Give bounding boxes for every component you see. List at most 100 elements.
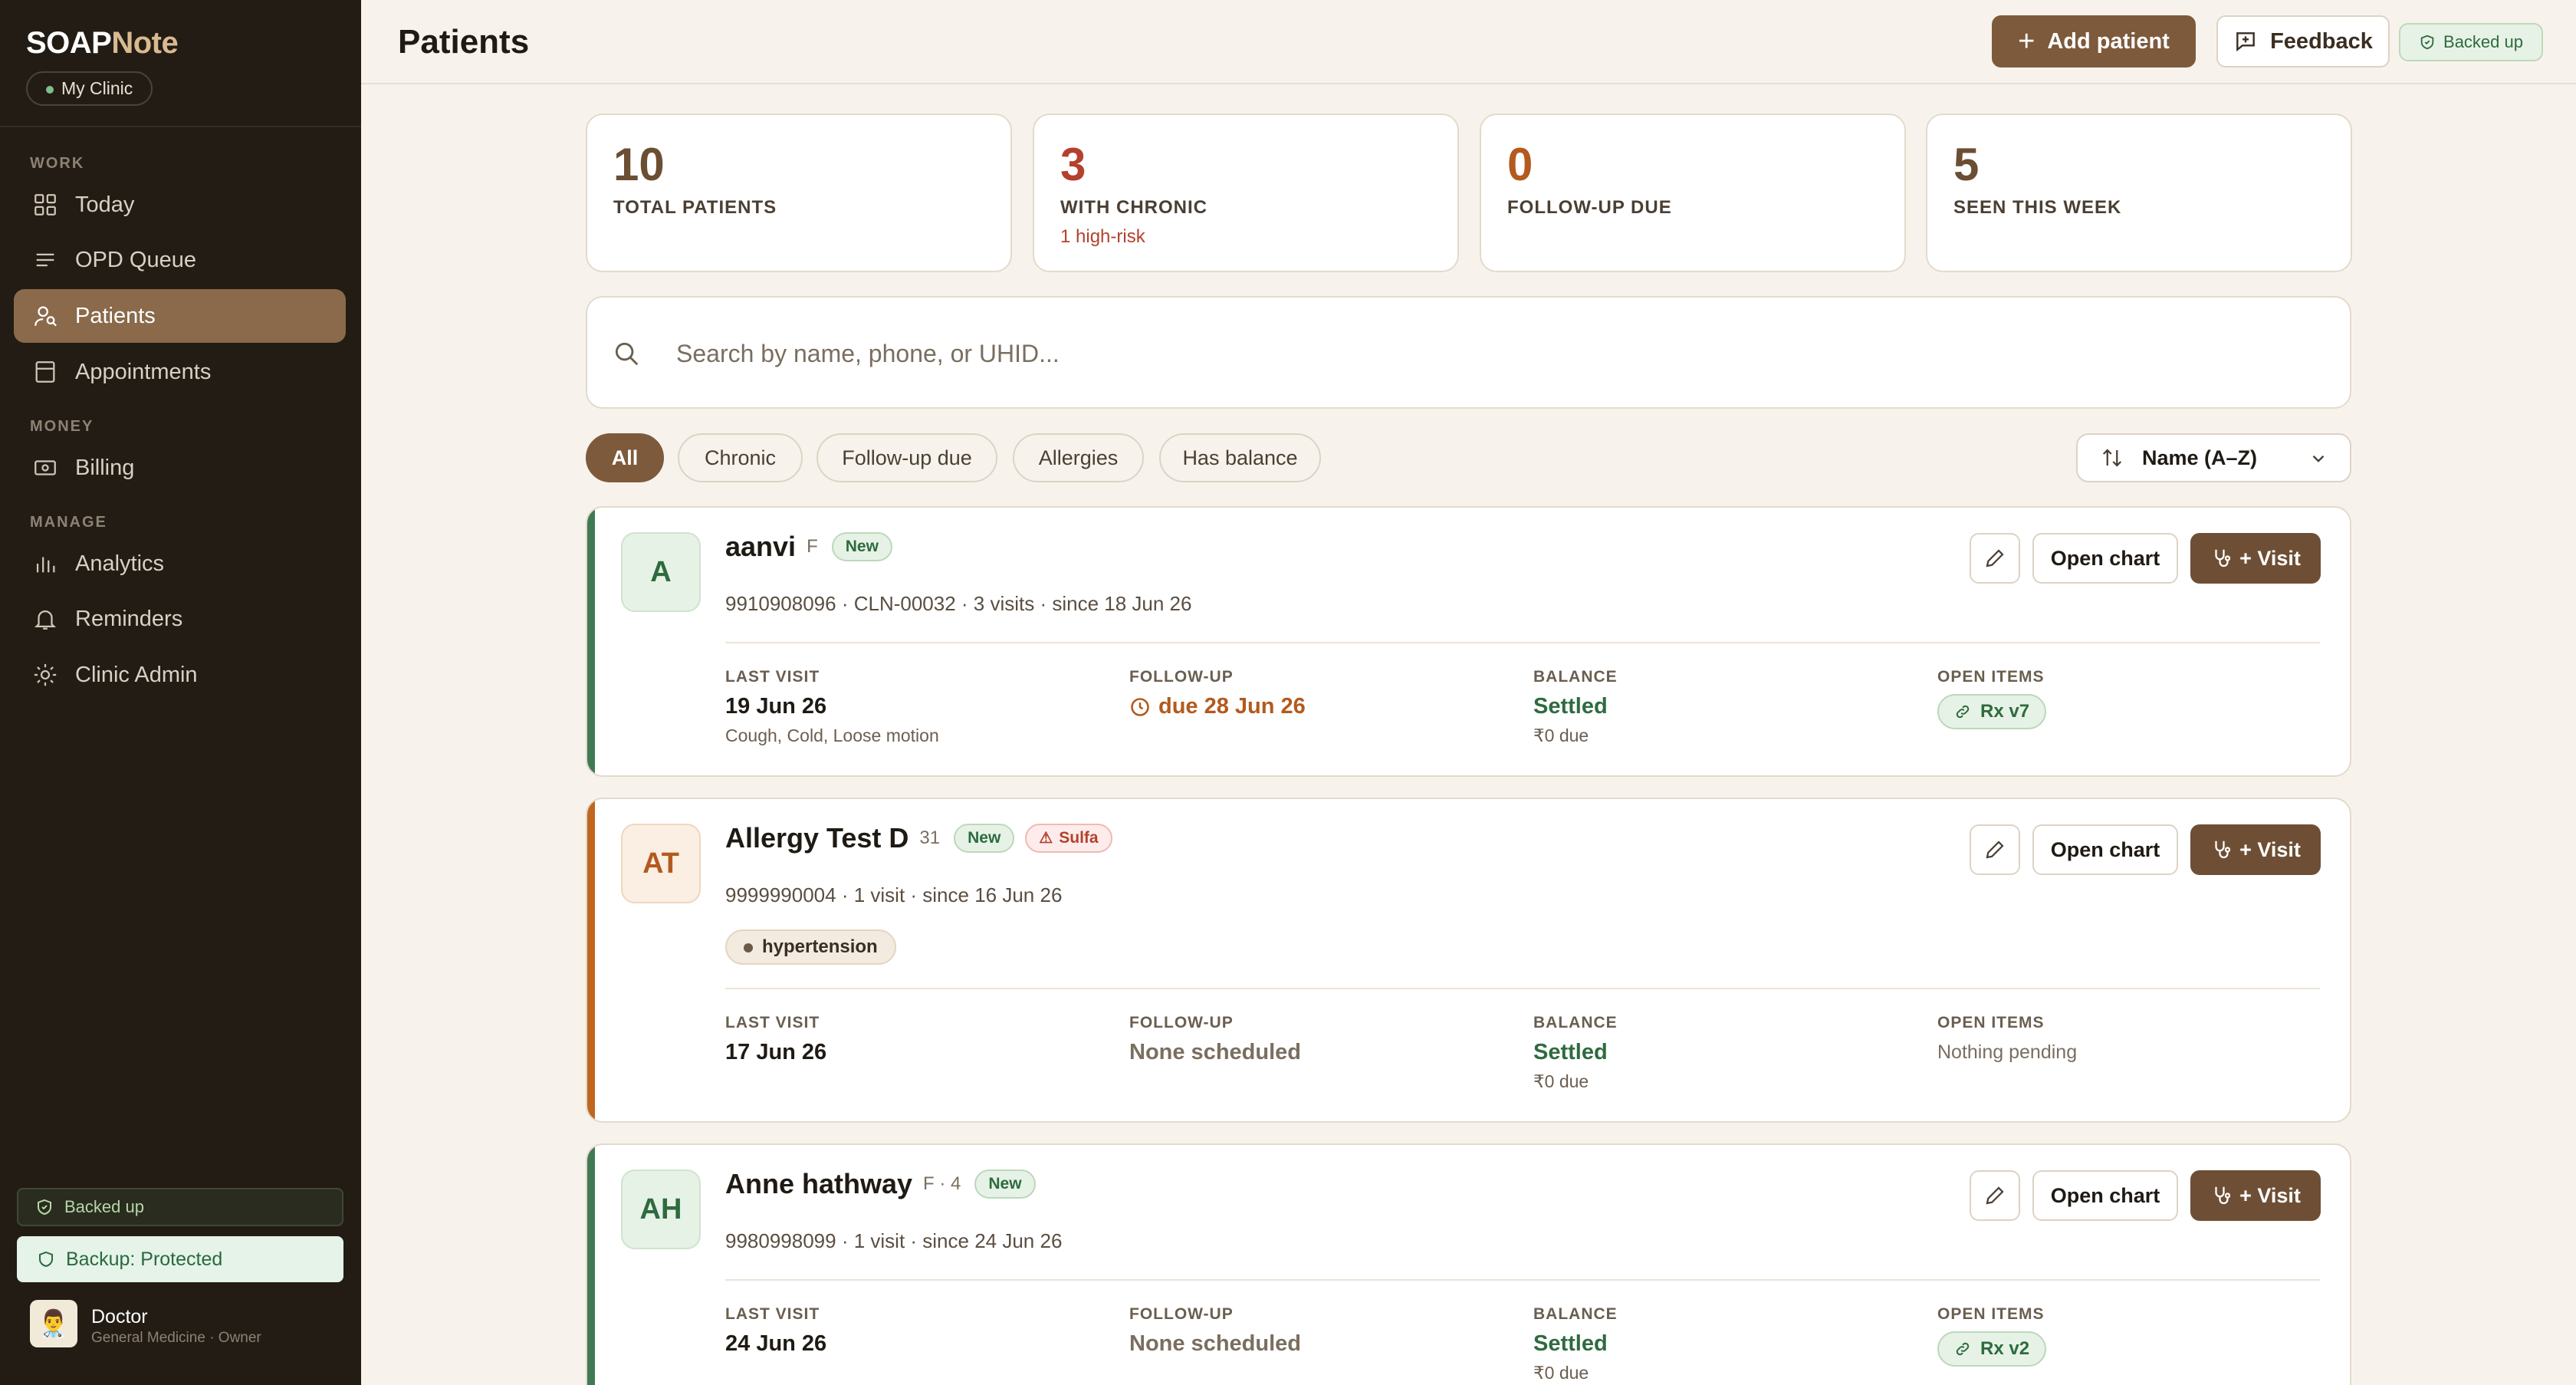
user-role: General Medicine · Owner	[91, 1330, 261, 1346]
add-patient-button[interactable]: + Add patient	[1992, 15, 2196, 67]
pencil-icon	[1986, 1186, 2004, 1205]
add-visit-button[interactable]: + Visit	[2190, 824, 2321, 875]
sort-arrows-icon	[2102, 449, 2122, 467]
sidebar-item-label: Patients	[75, 303, 156, 328]
filter-chip-all[interactable]: All	[586, 433, 664, 482]
patient-avatar: AT	[621, 824, 701, 903]
add-visit-label: + Visit	[2239, 837, 2301, 861]
feedback-button[interactable]: Feedback	[2216, 15, 2390, 67]
backup-protected-button[interactable]: Backup: Protected	[17, 1236, 343, 1282]
patient-card[interactable]: AT Allergy Test D 31 New ⚠ Sulfa 99999900…	[586, 798, 2351, 1123]
sidebar-item-today[interactable]: Today	[14, 178, 346, 232]
edit-button[interactable]	[1970, 824, 2020, 875]
card-accent	[587, 508, 595, 775]
balance-status: Settled	[1533, 1040, 1608, 1064]
feedback-label: Feedback	[2270, 28, 2373, 54]
stat-label: SEEN THIS WEEK	[1953, 197, 2122, 218]
sidebar-item-clinic-admin[interactable]: Clinic Admin	[14, 648, 346, 702]
stat-value: 3	[1060, 139, 1086, 190]
add-visit-button[interactable]: + Visit	[2190, 1170, 2321, 1221]
sidebar-item-appointments[interactable]: Appointments	[14, 345, 346, 399]
sidebar-item-label: Analytics	[75, 551, 165, 576]
card-divider	[725, 1279, 2320, 1281]
last-visit-date: 24 Jun 26	[725, 1331, 827, 1356]
follow-up-date: due 28 Jun 26	[1158, 694, 1306, 719]
open-chart-button[interactable]: Open chart	[2032, 533, 2178, 584]
rx-chip[interactable]: Rx v7	[1937, 694, 2047, 729]
rx-chip[interactable]: Rx v2	[1937, 1331, 2047, 1367]
stat-card-seen-this-week: 5 SEEN THIS WEEK	[1926, 113, 2352, 272]
balance-due: ₹0 due	[1533, 725, 1589, 745]
sidebar-item-patients[interactable]: Patients	[14, 289, 346, 343]
patient-card[interactable]: AH Anne hathway F · 4 New 9980998099 · 1…	[586, 1143, 2351, 1385]
patient-details: 9999990004 · 1 visit · since 16 Jun 26	[725, 883, 1063, 906]
open-items-empty: Nothing pending	[1937, 1041, 2078, 1063]
open-chart-button[interactable]: Open chart	[2032, 824, 2178, 875]
edit-button[interactable]	[1970, 533, 2020, 584]
users-icon	[34, 306, 57, 327]
sort-dropdown[interactable]: Name (A–Z)	[2076, 433, 2351, 482]
clinic-selector[interactable]: My Clinic	[26, 71, 153, 106]
sun-gear-icon	[34, 663, 57, 686]
pencil-icon	[1986, 549, 2004, 567]
shield-icon	[39, 1251, 53, 1268]
sidebar-item-reminders[interactable]: Reminders	[14, 592, 346, 646]
sidebar-item-opd-queue[interactable]: OPD Queue	[14, 233, 346, 287]
backup-protected-label: Backup: Protected	[66, 1248, 223, 1270]
header-backup-label: Backed up	[2443, 32, 2523, 51]
patient-header: Allergy Test D 31 New ⚠ Sulfa	[725, 822, 1112, 854]
patient-name[interactable]: Allergy Test D	[725, 822, 909, 854]
stethoscope-icon	[2215, 1186, 2231, 1205]
patient-details: 9910908096 · CLN-00032 · 3 visits · sinc…	[725, 592, 1192, 615]
patient-card[interactable]: A aanvi F New 9910908096 · CLN-00032 · 3…	[586, 506, 2351, 777]
stat-card-with-chronic: 3 WITH CHRONIC 1 high-risk	[1033, 113, 1459, 272]
last-visit-date: 19 Jun 26	[725, 694, 827, 719]
filter-chip-has-balance[interactable]: Has balance	[1159, 433, 1321, 482]
follow-up-value: None scheduled	[1129, 1331, 1301, 1356]
column-heading: FOLLOW-UP	[1129, 1014, 1234, 1031]
shield-check-icon	[38, 1199, 51, 1216]
add-patient-label: Add patient	[2047, 28, 2170, 54]
condition-chip: hypertension	[725, 929, 896, 965]
balance-column: BALANCE Settled ₹0 due	[1533, 668, 1618, 746]
column-heading: OPEN ITEMS	[1937, 1014, 2045, 1031]
patient-name[interactable]: Anne hathway	[725, 1168, 912, 1200]
user-avatar[interactable]: 👨‍⚕️	[30, 1300, 77, 1347]
patient-avatar: AH	[621, 1170, 701, 1249]
search-box	[586, 296, 2351, 409]
sidebar-item-analytics[interactable]: Analytics	[14, 537, 346, 591]
patient-header: aanvi F New	[725, 531, 892, 563]
stat-card-follow-up-due: 0 FOLLOW-UP DUE	[1480, 113, 1906, 272]
clock-icon	[1131, 697, 1149, 716]
open-chart-button[interactable]: Open chart	[2032, 1170, 2178, 1221]
balance-column: BALANCE Settled ₹0 due	[1533, 1014, 1618, 1092]
stat-label: WITH CHRONIC	[1060, 197, 1208, 218]
message-plus-icon	[2236, 32, 2255, 52]
nav-section-manage: MANAGE	[30, 514, 107, 531]
stat-value: 5	[1953, 139, 1980, 190]
sidebar: SOAPNote My Clinic WORK Today OPD Queue …	[0, 0, 361, 1385]
add-visit-button[interactable]: + Visit	[2190, 533, 2321, 584]
search-input[interactable]	[676, 331, 2286, 376]
follow-up-value: None scheduled	[1129, 1040, 1301, 1064]
last-visit-note: Cough, Cold, Loose motion	[725, 725, 939, 745]
patient-meta: F	[807, 536, 818, 557]
filter-chip-chronic[interactable]: Chronic	[678, 433, 803, 482]
patient-name[interactable]: aanvi	[725, 531, 796, 563]
sidebar-item-label: OPD Queue	[75, 247, 196, 272]
patient-meta: F · 4	[923, 1173, 961, 1194]
filter-chip-follow-up-due[interactable]: Follow-up due	[816, 433, 997, 482]
brand-logo[interactable]: SOAPNote	[26, 26, 179, 61]
balance-status: Settled	[1533, 694, 1608, 719]
chevron-down-icon	[2312, 455, 2325, 462]
nav-section-money: MONEY	[30, 418, 94, 435]
plus-icon: +	[2018, 25, 2036, 58]
stat-label: FOLLOW-UP DUE	[1507, 197, 1672, 218]
sort-label: Name (A–Z)	[2142, 446, 2258, 469]
sidebar-item-billing[interactable]: Billing	[14, 441, 346, 495]
filter-chip-allergies[interactable]: Allergies	[1013, 433, 1144, 482]
edit-button[interactable]	[1970, 1170, 2020, 1221]
add-visit-label: + Visit	[2239, 546, 2301, 570]
open-items-column: OPEN ITEMS Rx v2	[1937, 1305, 2047, 1367]
column-heading: FOLLOW-UP	[1129, 668, 1234, 686]
